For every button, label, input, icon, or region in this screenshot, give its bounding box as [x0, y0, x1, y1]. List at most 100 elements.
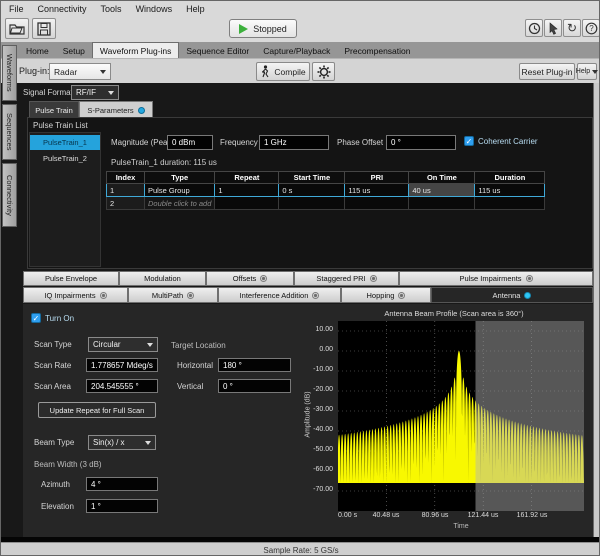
plugin-help-button[interactable]: Help — [577, 63, 597, 80]
update-repeat-label: Update Repeat for Full Scan — [50, 406, 145, 415]
azimuth-input[interactable] — [86, 477, 158, 491]
cell-empty[interactable] — [345, 197, 409, 210]
menu-windows[interactable]: Windows — [136, 4, 173, 14]
sidebar-tab-connectivity[interactable]: Connectivity — [2, 163, 17, 227]
tab-modulation[interactable]: Modulation — [119, 271, 206, 286]
chart-title: Antenna Beam Profile (Scan area is 360°) — [323, 309, 585, 318]
col-index[interactable]: Index — [107, 172, 145, 184]
menu-file[interactable]: File — [9, 4, 24, 14]
horizontal-input[interactable] — [218, 358, 291, 372]
chart-x-axis-label: Time — [338, 523, 584, 530]
history-button[interactable] — [525, 19, 543, 37]
tab-setup[interactable]: Setup — [56, 43, 92, 58]
tab-antenna[interactable]: Antenna — [431, 287, 593, 303]
tab-home[interactable]: Home — [19, 43, 56, 58]
beam-type-label: Beam Type — [34, 438, 74, 447]
tab-hopping[interactable]: Hopping — [341, 287, 431, 303]
phase-offset-input[interactable] — [386, 135, 456, 150]
tab-pulse-impairments[interactable]: Pulse Impairments — [399, 271, 593, 286]
tab-label: IQ Impairments — [44, 291, 95, 300]
tab-label: Offsets — [233, 274, 257, 283]
y-tick: 0.00 — [303, 346, 333, 353]
cell-repeat[interactable]: 1 — [215, 184, 279, 197]
plugin-select[interactable]: Radar — [49, 63, 111, 80]
list-item-pulsetrain-1[interactable]: PulseTrain_1 — [30, 135, 100, 150]
reset-plugin-button[interactable]: Reset Plug-in — [519, 63, 575, 80]
pulse-table-header-row: Index Type Repeat Start Time PRI On Time… — [107, 172, 545, 184]
pulse-train-list-title: Pulse Train List — [33, 121, 88, 130]
cell-empty[interactable] — [215, 197, 279, 210]
pointer-button[interactable] — [544, 19, 562, 37]
tab-capture-playback[interactable]: Capture/Playback — [256, 43, 337, 58]
col-duration[interactable]: Duration — [475, 172, 545, 184]
tab-precompensation[interactable]: Precompensation — [337, 43, 417, 58]
cell-empty[interactable] — [475, 197, 545, 210]
cell-type[interactable]: Pulse Group — [145, 184, 215, 197]
cell-index[interactable]: 1 — [107, 184, 145, 197]
tab-waveform-plugins[interactable]: Waveform Plug-ins — [92, 42, 179, 58]
cell-duration[interactable]: 115 us — [475, 184, 545, 197]
antenna-beam-plot[interactable] — [338, 321, 584, 511]
info-badge-icon — [312, 292, 319, 299]
tab-s-parameters[interactable]: S-Parameters — [79, 101, 153, 118]
menu-tools[interactable]: Tools — [101, 4, 122, 14]
sidebar-tab-sequences[interactable]: Sequences — [2, 104, 17, 160]
horizontal-label: Horizontal — [177, 361, 213, 370]
tab-offsets[interactable]: Offsets — [206, 271, 294, 286]
cell-empty[interactable] — [409, 197, 475, 210]
vertical-input[interactable] — [218, 379, 291, 393]
tab-sequence-editor[interactable]: Sequence Editor — [179, 43, 256, 58]
menu-help[interactable]: Help — [186, 4, 205, 14]
menu-connectivity[interactable]: Connectivity — [38, 4, 87, 14]
run-state-button[interactable]: Stopped — [229, 19, 297, 38]
cell-pri[interactable]: 115 us — [345, 184, 409, 197]
elevation-input[interactable] — [86, 499, 158, 513]
tab-label: Pulse Envelope — [45, 274, 97, 283]
tab-pulse-train[interactable]: Pulse Train — [29, 101, 79, 118]
col-on-time[interactable]: On Time — [409, 172, 475, 184]
update-repeat-button[interactable]: Update Repeat for Full Scan — [38, 402, 156, 418]
open-button[interactable] — [5, 18, 29, 39]
cell-add-placeholder[interactable]: Double click to add — [145, 197, 215, 210]
scan-rate-input[interactable] — [86, 358, 158, 372]
cell-empty[interactable] — [279, 197, 345, 210]
magnitude-input[interactable] — [167, 135, 213, 150]
tab-pulse-envelope[interactable]: Pulse Envelope — [23, 271, 119, 286]
coherent-carrier-checkbox[interactable]: ✓ — [464, 136, 474, 146]
tab-iq-impairments[interactable]: IQ Impairments — [23, 287, 128, 303]
magnitude-label: Magnitude (Peak) — [111, 138, 174, 147]
col-type[interactable]: Type — [145, 172, 215, 184]
save-button[interactable] — [32, 18, 56, 39]
toolbar: Stopped ↻ ? — [1, 16, 600, 42]
col-start-time[interactable]: Start Time — [279, 172, 345, 184]
help-button[interactable]: ? — [582, 19, 600, 37]
cell-index[interactable]: 2 — [107, 197, 145, 210]
info-badge-icon — [187, 292, 194, 299]
scan-area-input[interactable] — [86, 379, 158, 393]
tab-staggered-pri[interactable]: Staggered PRI — [294, 271, 399, 286]
cell-on-time-selected[interactable]: 40 us — [409, 184, 475, 197]
tab-label: Antenna — [493, 291, 521, 300]
compile-settings-button[interactable] — [312, 62, 335, 81]
col-pri[interactable]: PRI — [345, 172, 409, 184]
sidebar-tab-waveforms[interactable]: Waveforms — [2, 45, 17, 101]
x-tick: 0.00 s — [338, 512, 357, 519]
tab-label: Modulation — [144, 274, 181, 283]
compile-button[interactable]: Compile — [256, 62, 310, 81]
scan-type-select[interactable]: Circular — [88, 337, 158, 352]
info-badge-icon — [138, 107, 145, 114]
signal-format-select[interactable]: RF/IF — [71, 85, 119, 100]
cell-start-time[interactable]: 0 s — [279, 184, 345, 197]
beam-type-select[interactable]: Sin(x) / x — [88, 435, 156, 450]
turn-on-checkbox[interactable]: ✓ — [31, 313, 41, 323]
list-item-pulsetrain-2[interactable]: PulseTrain_2 — [30, 151, 100, 166]
tab-multipath[interactable]: MultiPath — [128, 287, 218, 303]
refresh-button[interactable]: ↻ — [563, 19, 581, 37]
info-badge-icon — [100, 292, 107, 299]
col-repeat[interactable]: Repeat — [215, 172, 279, 184]
tab-s-parameters-label: S-Parameters — [87, 106, 133, 115]
pulse-table: Index Type Repeat Start Time PRI On Time… — [106, 171, 545, 210]
y-tick: -60.00 — [303, 466, 333, 473]
frequency-input[interactable] — [259, 135, 329, 150]
tab-interference-addition[interactable]: Interference Addition — [218, 287, 341, 303]
